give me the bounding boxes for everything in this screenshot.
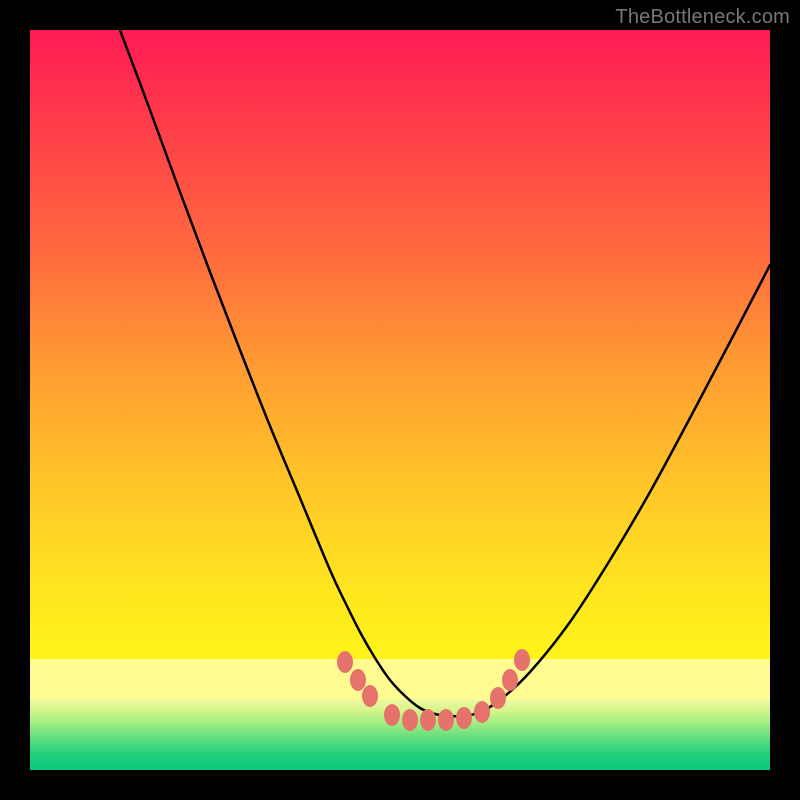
watermark-text: TheBottleneck.com <box>615 6 790 29</box>
curve-marker <box>514 649 530 671</box>
curve-layer <box>30 30 770 770</box>
curve-marker <box>402 709 418 731</box>
curve-marker <box>502 669 518 691</box>
curve-marker <box>490 687 506 709</box>
curve-marker <box>337 651 353 673</box>
curve-marker <box>438 709 454 731</box>
curve-marker <box>420 709 436 731</box>
curve-marker <box>384 704 400 726</box>
chart-frame: TheBottleneck.com <box>0 0 800 800</box>
curve-markers <box>337 649 530 731</box>
curve-marker <box>456 707 472 729</box>
curve-marker <box>350 669 366 691</box>
bottleneck-curve <box>120 30 770 716</box>
curve-marker <box>474 701 490 723</box>
plot-area <box>30 30 770 770</box>
curve-marker <box>362 685 378 707</box>
